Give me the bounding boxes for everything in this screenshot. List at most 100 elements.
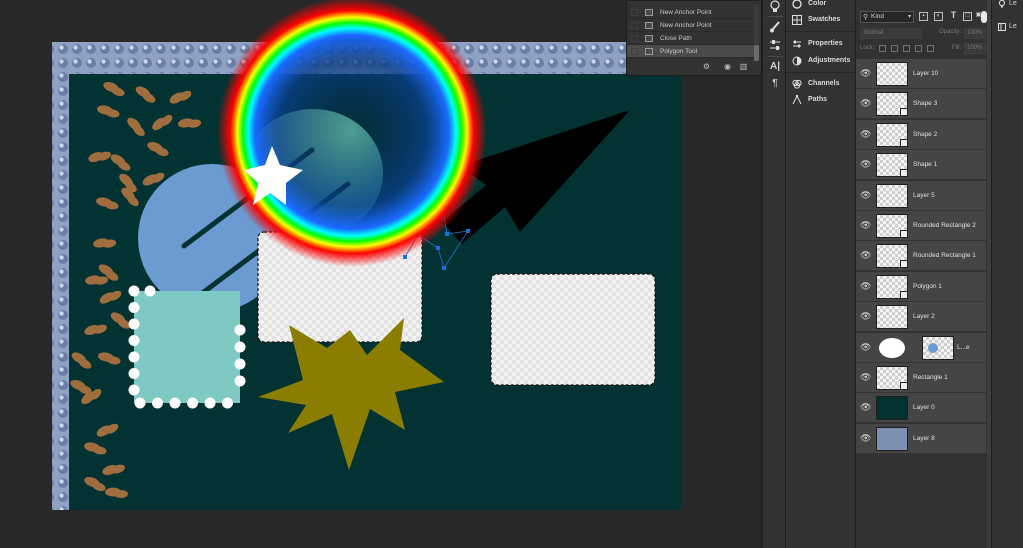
layer-row[interactable]: 👁 Shape 2 [856, 119, 986, 150]
camera-icon[interactable]: ◉ [723, 62, 732, 71]
shape-layer-icon [900, 290, 908, 299]
eye-icon[interactable]: 👁 [860, 98, 871, 108]
eye-icon[interactable]: 👁 [860, 68, 871, 78]
document-canvas[interactable] [0, 0, 762, 548]
lock-position-icon[interactable] [903, 45, 910, 52]
adjustments-panel-button[interactable]: Adjustments [786, 53, 856, 69]
paragraph-icon[interactable]: ¶ [768, 77, 782, 91]
filter-kind-select[interactable]: ⚲ Kind ▾ [860, 11, 914, 23]
layer-thumbnail[interactable] [876, 335, 908, 360]
properties-panel-label: Properties [808, 40, 843, 47]
eye-icon[interactable]: 👁 [860, 372, 871, 382]
history-item[interactable]: New Anchor Point [627, 6, 755, 19]
eye-icon[interactable]: 👁 [860, 190, 871, 200]
opacity-label: Opacity: [939, 29, 962, 35]
learn-panel-button[interactable]: Le [998, 0, 1023, 11]
eye-icon[interactable]: 👁 [860, 250, 871, 260]
layer-row[interactable]: 👁 Layer 10 [856, 59, 986, 89]
snapshot-source-checkbox[interactable] [631, 48, 638, 55]
snapshot-source-checkbox[interactable] [631, 22, 638, 29]
history-scrollbar[interactable] [754, 5, 759, 61]
character-icon[interactable]: A| [768, 60, 782, 74]
eye-icon[interactable]: 👁 [860, 159, 871, 169]
properties-panel-button[interactable]: Properties [786, 36, 856, 52]
type-filter-icon[interactable]: T [949, 11, 958, 21]
lightbulb-icon [998, 0, 1006, 8]
layer-row[interactable]: 👁 Rounded Rectangle 1 [856, 241, 986, 272]
layer-row[interactable]: 👁 Shape 1 [856, 150, 986, 181]
lightbulb-icon[interactable] [768, 0, 782, 14]
border-dot [128, 318, 140, 330]
layer-name: Rounded Rectangle 1 [913, 252, 976, 260]
lock-image-icon[interactable] [891, 45, 898, 52]
eye-icon[interactable]: 👁 [860, 433, 871, 443]
adjustments-panel-label: Adjustments [808, 57, 851, 64]
document-canvas-area[interactable] [0, 0, 762, 548]
pixel-filter-icon[interactable]: ▪ [919, 12, 928, 21]
layer-row[interactable]: 👁 Layer 5 [856, 180, 986, 211]
layer-thumbnail[interactable] [876, 153, 908, 178]
layer-row[interactable]: 👁 Layer 2 [856, 302, 986, 333]
layer-row[interactable]: 👁 L...e [856, 332, 986, 363]
layer-row[interactable]: 👁 Layer 0 [856, 393, 986, 424]
history-item[interactable]: Close Path [627, 32, 755, 45]
layer-mask-thumbnail[interactable] [922, 335, 954, 360]
lock-label: Lock: [860, 45, 875, 51]
swatches-panel-button[interactable]: Swatches [786, 12, 856, 28]
layer-name: Rectangle 1 [913, 374, 948, 381]
layer-row[interactable]: 👁 Shape 3 [856, 89, 986, 120]
opacity-field[interactable]: 100% [964, 28, 986, 39]
layer-thumbnail[interactable] [876, 274, 908, 299]
color-panel-button[interactable]: Color [786, 0, 856, 12]
channels-panel-label: Channels [808, 80, 840, 87]
shape-filter-icon[interactable]: □ [963, 12, 972, 21]
eye-icon[interactable]: 👁 [860, 281, 871, 291]
history-item[interactable]: New Anchor Point [627, 19, 755, 32]
sliders-icon[interactable] [768, 38, 782, 52]
eye-icon[interactable]: 👁 [860, 311, 871, 321]
layer-thumbnail[interactable] [876, 122, 908, 147]
rectangle-1-shape[interactable] [134, 291, 240, 403]
layer-thumbnail[interactable] [876, 366, 908, 390]
lock-artboard-icon[interactable] [915, 45, 922, 52]
libraries-panel-button[interactable]: Le [998, 20, 1023, 34]
channels-panel-button[interactable]: Channels [786, 76, 856, 92]
shape-layer-icon [900, 138, 908, 147]
history-item[interactable]: Polygon Tool [627, 45, 755, 58]
library-icon [998, 23, 1006, 31]
blend-mode-select[interactable]: Normal [860, 28, 922, 39]
trash-icon[interactable]: ▥ [739, 62, 748, 71]
layer-thumbnail[interactable] [876, 92, 908, 117]
snapshot-source-checkbox[interactable] [631, 35, 638, 42]
layer-name: Layer 0 [913, 404, 935, 412]
brush-icon[interactable] [768, 20, 782, 34]
adjustment-filter-icon[interactable]: ◐ [934, 12, 943, 21]
rounded-rectangle-2-shape[interactable] [490, 273, 656, 386]
layer-row[interactable]: 👁 Layer 8 [856, 423, 986, 454]
layer-thumbnail[interactable] [876, 244, 908, 269]
eye-icon[interactable]: 👁 [860, 129, 871, 139]
fill-field[interactable]: 100% [964, 43, 986, 54]
eye-icon[interactable]: 👁 [860, 402, 871, 412]
pasteboard-left [0, 0, 52, 548]
layer-thumbnail[interactable] [876, 426, 908, 451]
layer-row[interactable]: 👁 Rectangle 1 [856, 363, 986, 393]
layer-thumbnail[interactable] [876, 214, 908, 238]
coffee-bean [114, 490, 128, 498]
color-panel-label: Color [808, 0, 827, 7]
layer-thumbnail[interactable] [876, 396, 908, 421]
grid-icon [792, 15, 802, 25]
layer-row[interactable]: 👁 Polygon 1 [856, 271, 986, 302]
lock-all-icon[interactable] [927, 45, 934, 52]
paths-panel-button[interactable]: Paths [786, 92, 856, 108]
layer-thumbnail[interactable] [876, 183, 908, 208]
lock-transparent-icon[interactable] [879, 45, 886, 52]
lock-row: Lock: Fill: 100% [860, 43, 987, 55]
eye-icon[interactable]: 👁 [860, 220, 871, 230]
layer-thumbnail[interactable] [876, 62, 908, 86]
eye-icon[interactable]: 👁 [860, 342, 871, 352]
new-snapshot-icon[interactable]: ⚙ [702, 62, 711, 71]
layer-row[interactable]: 👁 Rounded Rectangle 2 [856, 211, 986, 241]
snapshot-source-checkbox[interactable] [631, 9, 638, 16]
layer-thumbnail[interactable] [876, 305, 908, 330]
